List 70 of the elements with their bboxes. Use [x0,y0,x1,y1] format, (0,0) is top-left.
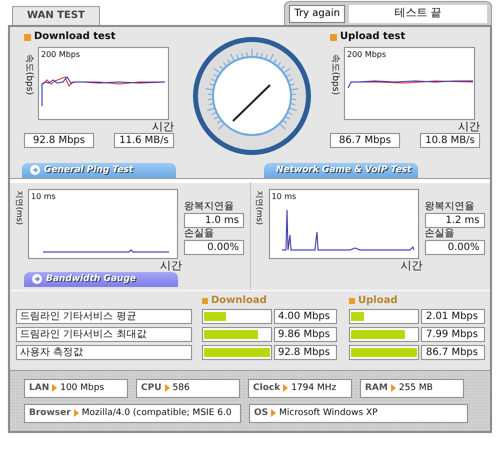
metric-value: 0.00% [424,240,484,255]
arrow-icon [390,384,396,392]
bandwidth-value: 2.01 Mbps [421,308,485,324]
tab[interactable]: WAN TEST [12,6,100,25]
speed-value: 92.8 Mbps [24,133,94,148]
status-field: 테스트 끝 [349,5,487,23]
column-header: Download [211,294,267,307]
info-value: Microsoft Windows XP [279,408,378,419]
bandwidth-value: 4.00 Mbps [274,308,337,324]
info-label: Clock [253,383,280,394]
info-label: Browser [29,408,71,419]
info-value: 100 Mbps [60,383,104,394]
metric-label: 손실율 [424,228,456,240]
row-label: 드림라인 기타서비스 최대값 [16,326,192,342]
metric-label: 왕복지연율 [424,200,476,213]
bullet-icon [202,298,208,304]
arrow-icon [30,165,40,176]
info-value: 255 MB [398,383,433,394]
axis-label: 시간 [160,258,182,272]
bandwidth-value: 86.7 Mbps [421,344,485,360]
bandwidth-value: 7.99 Mbps [421,326,485,342]
column-header: Upload [358,294,398,307]
info-label: CPU [141,383,162,394]
section-tab[interactable]: Network Game & VoIP Test [264,163,418,178]
arrow-icon [32,274,42,284]
tab-label: General Ping Test [44,165,134,176]
bullet-icon [349,298,355,304]
info-value: 586 [172,383,190,394]
info-value: 1794 MHz [291,383,336,394]
metric-value: 1.2 ms [424,212,484,228]
try-again-button[interactable]: Try again [289,5,345,23]
bandwidth-value: 92.8 Mbps [274,344,337,360]
speed-value: 11.6 MB/s [114,133,174,148]
info-label: OS [254,408,268,419]
arrow-icon [52,384,58,392]
metric-label: 왕복지연율 [184,200,235,213]
scale-label: 10 ms [31,192,56,202]
panel-title: Download test [34,31,116,43]
row-label: 드림라인 기타서비스 평균 [16,308,192,324]
bullet-icon [24,34,31,40]
axis-label: 지연(ms) [254,190,264,225]
speed-value: 10.8 MB/s [420,133,480,148]
tab-label: Network Game & VoIP Test [276,165,412,176]
info-value: Mozilla/4.0 (compatible; MSIE 6.0 [82,408,232,419]
arrow-icon [164,384,170,392]
scale-label: 10 ms [272,192,296,202]
info-label: RAM [365,383,388,394]
arrow-icon [74,409,79,418]
metric-value: 1.0 ms [184,212,244,228]
speed-value: 86.7 Mbps [330,133,400,148]
row-label: 사용자 측정값 [16,344,192,360]
scale-label: 200 Mbps [347,50,386,60]
axis-label: 시간 [458,120,480,133]
arrow-icon [283,384,288,392]
scale-label: 200 Mbps [41,50,80,60]
axis-label: 시간 [400,258,422,272]
metric-value: 0.00% [184,240,244,255]
panel-title: Upload test [340,31,406,43]
metric-label: 손실율 [184,228,215,240]
axis-label: 시간 [152,120,174,133]
axis-label: 지연(ms) [14,190,24,225]
bullet-icon [330,34,337,40]
axis-label: 속도(bps) [330,54,340,95]
info-label: LAN [29,383,50,394]
section-tab[interactable]: General Ping Test [22,163,176,178]
arrow-icon [271,409,276,418]
section-tab[interactable]: Bandwidth Gauge [24,272,178,287]
bandwidth-value: 9.86 Mbps [274,326,337,342]
tab-label: Bandwidth Gauge [46,274,136,285]
axis-label: 속도(bps) [24,54,34,95]
